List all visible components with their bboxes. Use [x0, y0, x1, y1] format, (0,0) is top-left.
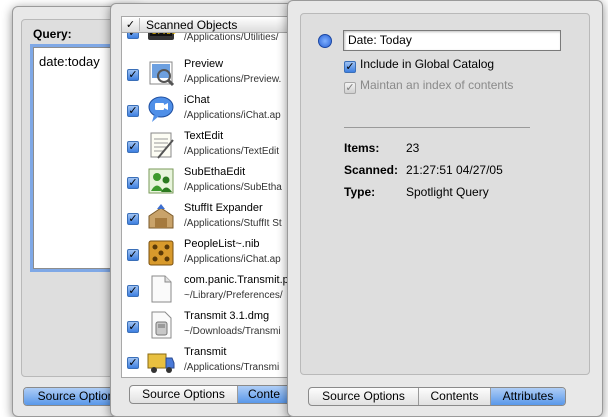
maintain-index-label: Maintan an index of contents	[360, 78, 514, 92]
row-path: /Applications/iChat.ap	[184, 110, 281, 121]
scanned-objects-list[interactable]: ✓ 57:56 /Applications/Utilities/ ✓ Previ…	[121, 33, 293, 378]
console-app-icon: 57:56	[148, 33, 176, 40]
header-scanned-objects[interactable]: Scanned Objects	[140, 18, 237, 32]
scanned-objects-window: ✓ Scanned Objects ✓ 57:56 /Applications/…	[110, 3, 296, 417]
list-item[interactable]: ✓ TextEdit /Applications/TextEdit	[122, 127, 292, 163]
tab-contents[interactable]: Contents	[419, 388, 491, 405]
row-checkbox[interactable]: ✓	[127, 33, 139, 39]
list-header: ✓ Scanned Objects	[121, 16, 293, 33]
list-item[interactable]: ✓ Transmit /Applications/Transmi	[122, 343, 292, 377]
header-check-column[interactable]: ✓	[122, 18, 140, 31]
items-value: 23	[406, 141, 420, 155]
subethaedit-app-icon	[148, 168, 174, 194]
list-item[interactable]: ✓ com.panic.Transmit.p ~/Library/Prefere…	[122, 271, 292, 307]
document-icon	[151, 275, 172, 303]
include-global-catalog-label: Include in Global Catalog	[360, 57, 495, 71]
spotlight-search-icon	[318, 34, 332, 48]
list-item[interactable]: ✓ SubEthaEdit /Applications/SubEtha	[122, 163, 292, 199]
items-label: Items:	[344, 141, 380, 155]
row-checkbox[interactable]: ✓	[127, 357, 139, 369]
svg-text:57:56: 57:56	[152, 33, 176, 36]
include-global-catalog-checkbox[interactable]: ✓ Include in Global Catalog	[344, 57, 494, 73]
query-label: Query:	[33, 27, 72, 41]
scanned-tab-bar: Source Options Conte	[129, 385, 291, 404]
type-value: Spotlight Query	[406, 185, 489, 199]
row-checkbox[interactable]: ✓	[127, 141, 139, 153]
row-path: /Applications/iChat.ap	[184, 254, 281, 265]
row-checkbox[interactable]: ✓	[127, 321, 139, 333]
row-name: iChat	[184, 94, 210, 106]
list-item[interactable]: ✓ 57:56 /Applications/Utilities/	[122, 33, 292, 49]
tab-contents[interactable]: Conte	[238, 386, 290, 403]
tab-source-options[interactable]: Source Options	[130, 386, 238, 403]
list-item[interactable]: ✓ Transmit 3.1.dmg ~/Downloads/Transmi	[122, 307, 292, 343]
divider	[344, 127, 530, 128]
row-path: /Applications/Utilities/	[184, 33, 279, 43]
checkbox-checked-icon: ✓	[344, 82, 356, 94]
row-checkbox[interactable]: ✓	[127, 105, 139, 117]
list-item[interactable]: ✓ PeopleList~.nib /Applications/iChat.ap	[122, 235, 292, 271]
checkbox-checked-icon: ✓	[344, 61, 356, 73]
row-name: Transmit 3.1.dmg	[184, 310, 270, 322]
row-checkbox[interactable]: ✓	[127, 177, 139, 189]
nib-file-icon	[148, 240, 174, 266]
row-name: TextEdit	[184, 130, 224, 142]
row-checkbox[interactable]: ✓	[127, 69, 139, 81]
scanned-label: Scanned:	[344, 163, 399, 177]
row-name: com.panic.Transmit.p	[184, 274, 289, 286]
row-path: ~/Library/Preferences/	[184, 290, 283, 301]
row-path: /Applications/SubEtha	[184, 182, 282, 193]
type-label: Type:	[344, 185, 376, 199]
row-path: /Applications/Preview.	[184, 74, 282, 85]
ichat-app-icon	[148, 96, 174, 122]
list-item[interactable]: ✓ Preview /Applications/Preview.	[122, 55, 292, 91]
row-path: ~/Downloads/Transmi	[184, 326, 281, 337]
row-checkbox[interactable]: ✓	[127, 213, 139, 225]
list-item[interactable]: ✓ StuffIt Expander /Applications/StuffIt…	[122, 199, 292, 235]
transmit-app-icon	[147, 353, 175, 373]
row-path: /Applications/Transmi	[184, 362, 280, 373]
maintain-index-checkbox: ✓ Maintan an index of contents	[344, 78, 513, 94]
row-name: StuffIt Expander	[184, 202, 263, 214]
row-path: /Applications/TextEdit	[184, 146, 280, 157]
tab-attributes[interactable]: Attributes	[491, 388, 565, 405]
list-item[interactable]: ✓ iChat /Applications/iChat.ap	[122, 91, 292, 127]
row-name: PeopleList~.nib	[184, 238, 260, 250]
disk-image-icon	[151, 311, 172, 339]
attributes-window: Date: Today ✓ Include in Global Catalog ✓…	[287, 0, 603, 417]
preview-app-icon	[149, 61, 175, 87]
row-path: /Applications/StuffIt St	[184, 218, 282, 229]
textedit-app-icon	[150, 132, 174, 159]
scanned-value: 21:27:51 04/27/05	[406, 163, 503, 177]
row-name: Preview	[184, 58, 224, 70]
tab-source-options[interactable]: Source Options	[309, 388, 419, 405]
row-name: SubEthaEdit	[184, 166, 246, 178]
query-name-field[interactable]: Date: Today	[343, 30, 561, 51]
row-checkbox[interactable]: ✓	[127, 249, 139, 261]
stuffit-app-icon	[148, 204, 174, 229]
attributes-tab-bar: Source Options Contents Attributes	[308, 387, 566, 406]
row-name: Transmit	[184, 346, 227, 358]
row-checkbox[interactable]: ✓	[127, 285, 139, 297]
